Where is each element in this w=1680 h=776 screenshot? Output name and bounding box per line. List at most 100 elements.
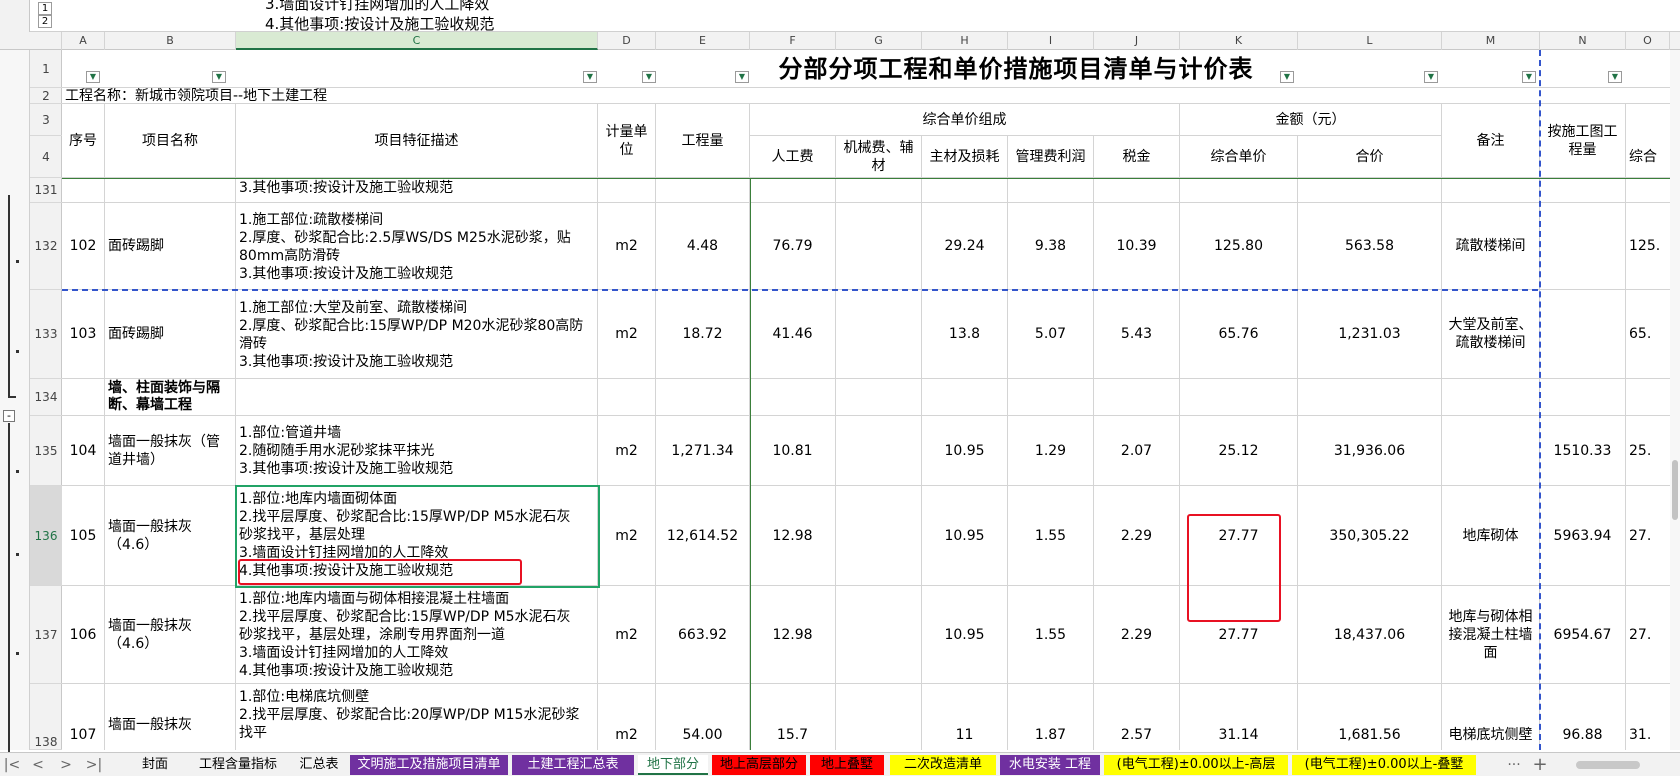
cell-tax[interactable]: 5.43 xyxy=(1094,290,1180,379)
filter-dropdown-icon[interactable]: ▼ xyxy=(86,71,100,83)
cell-note[interactable] xyxy=(1442,416,1540,486)
more-sheets-button[interactable]: ··· xyxy=(1504,755,1524,775)
cell-material[interactable] xyxy=(922,379,1008,416)
header-labor[interactable]: 人工费 xyxy=(750,136,836,178)
cell-name[interactable]: 面砖踢脚 xyxy=(105,290,236,379)
cell-unit[interactable]: m2 xyxy=(598,684,656,750)
cell-drawing-qty[interactable]: 5963.94 xyxy=(1540,486,1626,586)
cell-machine[interactable] xyxy=(836,379,922,416)
sheet-tab-above-highrise[interactable]: 地上高层部分 xyxy=(712,755,806,775)
sheet-tab-underground[interactable]: 地下部分 xyxy=(638,755,708,775)
cell-qty[interactable]: 54.00 xyxy=(656,684,750,750)
cell-note[interactable]: 地库砌体 xyxy=(1442,486,1540,586)
cell-labor[interactable]: 15.7 xyxy=(750,684,836,750)
column-header-n[interactable]: N xyxy=(1540,32,1626,50)
row-header[interactable]: 137 xyxy=(30,586,62,684)
sheet-tab-civil-measures[interactable]: 文明施工及措施项目清单 xyxy=(350,755,508,775)
cell-section-name[interactable]: 墙、柱面装饰与隔断、幕墙工程 xyxy=(105,379,236,416)
cell-mgmt[interactable]: 9.38 xyxy=(1008,203,1094,290)
row-header[interactable]: 131 xyxy=(30,178,62,203)
cell-desc[interactable]: 1.施工部位:疏散楼梯间 2.厚度、砂浆配合比:2.5厚WS/DS M25水泥砂… xyxy=(236,203,598,290)
cell-seq[interactable]: 106 xyxy=(62,586,105,684)
cell-drawing-qty[interactable] xyxy=(1540,290,1626,379)
cell-seq[interactable]: 105 xyxy=(62,486,105,586)
formula-bar[interactable]: 1 2 1 2 3.墙面设计钉挂网增加的人工降效 4.其他事项:按设计及施工验收… xyxy=(0,0,1680,44)
filter-dropdown-icon[interactable]: ▼ xyxy=(1608,71,1622,83)
row-header[interactable]: 2 xyxy=(30,88,62,104)
cell-qty[interactable] xyxy=(656,178,750,203)
cell-drawing-qty[interactable] xyxy=(1540,203,1626,290)
cell-drawing-qty[interactable]: 1510.33 xyxy=(1540,416,1626,486)
formula-content[interactable]: 3.墙面设计钉挂网增加的人工降效 4.其他事项:按设计及施工验收规范 xyxy=(265,0,494,34)
cell-comp-price[interactable]: 27.77 xyxy=(1180,486,1298,586)
prev-sheet-button[interactable]: < xyxy=(28,755,48,775)
header-mgmt[interactable]: 管理费利润 xyxy=(1008,136,1094,178)
cell-name[interactable]: 墙面一般抹灰（4.6） xyxy=(105,486,236,586)
column-header-o[interactable]: O xyxy=(1626,32,1670,50)
row-header[interactable]: 133 xyxy=(30,290,62,379)
sheet-tab-mep[interactable]: 水电安装 工程 xyxy=(1000,755,1100,775)
cell-note[interactable]: 地库与砌体相接混凝土柱墙面 xyxy=(1442,586,1540,684)
sheet-tab-above-villa[interactable]: 地上叠墅 xyxy=(810,755,884,775)
cell-total[interactable]: 18,437.06 xyxy=(1298,586,1442,684)
cell-total[interactable] xyxy=(1298,178,1442,203)
row-header[interactable]: 134 xyxy=(30,379,62,416)
cell-qty[interactable]: 1,271.34 xyxy=(656,416,750,486)
cell-machine[interactable] xyxy=(836,178,922,203)
column-header-b[interactable]: B xyxy=(105,32,236,50)
cell-labor[interactable]: 12.98 xyxy=(750,586,836,684)
filter-dropdown-icon[interactable]: ▼ xyxy=(583,71,597,83)
cell-mgmt[interactable]: 5.07 xyxy=(1008,290,1094,379)
sheet-tab-electrical-highrise[interactable]: (电气工程)±0.00以上-高层 xyxy=(1104,755,1288,775)
project-name-cell[interactable]: 工程名称：新城市领院项目--地下土建工程 xyxy=(62,88,1670,104)
cell-desc[interactable]: 1.部位:电梯底坑侧壁 2.找平层厚度、砂浆配合比:20厚WP/DP M15水泥… xyxy=(236,684,598,750)
cell-unit[interactable]: m2 xyxy=(598,586,656,684)
cell-note[interactable] xyxy=(1442,379,1540,416)
sheet-tab-renovation[interactable]: 二次改造清单 xyxy=(890,755,996,775)
cell-mgmt[interactable]: 1.55 xyxy=(1008,586,1094,684)
cell-mgmt[interactable] xyxy=(1008,379,1094,416)
cell-material[interactable]: 11 xyxy=(922,684,1008,750)
cell-qty[interactable]: 4.48 xyxy=(656,203,750,290)
cell-material[interactable]: 13.8 xyxy=(922,290,1008,379)
cell-machine[interactable] xyxy=(836,486,922,586)
cell-extra[interactable]: 31. xyxy=(1626,684,1670,750)
cell-note[interactable]: 疏散楼梯间 xyxy=(1442,203,1540,290)
cell-total[interactable]: 563.58 xyxy=(1298,203,1442,290)
cell-extra[interactable]: 25. xyxy=(1626,416,1670,486)
cell-material[interactable]: 29.24 xyxy=(922,203,1008,290)
header-machine[interactable]: 机械费、辅材 xyxy=(836,136,922,178)
cell-desc[interactable]: 1.部位:地库内墙面与砌体相接混凝土柱墙面 2.找平层厚度、砂浆配合比:15厚W… xyxy=(236,586,598,684)
cell-tax[interactable]: 2.29 xyxy=(1094,486,1180,586)
first-sheet-button[interactable]: |< xyxy=(2,755,22,775)
filter-dropdown-icon[interactable]: ▼ xyxy=(642,71,656,83)
column-header-g[interactable]: G xyxy=(836,32,922,50)
column-header-i[interactable]: I xyxy=(1008,32,1094,50)
sheet-tab-electrical-villa[interactable]: (电气工程)±0.00以上-叠墅 xyxy=(1292,755,1476,775)
header-comp-price[interactable]: 综合单价 xyxy=(1180,136,1298,178)
cell-machine[interactable] xyxy=(836,203,922,290)
cell-comp-price[interactable]: 125.80 xyxy=(1180,203,1298,290)
cell-comp-price[interactable]: 25.12 xyxy=(1180,416,1298,486)
vertical-scrollbar[interactable] xyxy=(1670,50,1680,750)
cell-unit[interactable]: m2 xyxy=(598,416,656,486)
cell-material[interactable] xyxy=(922,178,1008,203)
cell-extra[interactable]: 27. xyxy=(1626,486,1670,586)
header-comp-short[interactable]: 综合 xyxy=(1626,136,1670,178)
cell-labor[interactable] xyxy=(750,178,836,203)
add-sheet-button[interactable]: + xyxy=(1530,755,1550,775)
cell-comp-price[interactable]: 31.14 xyxy=(1180,684,1298,750)
cell-desc-selected[interactable]: 1.部位:地库内墙面砌体面 2.找平层厚度、砂浆配合比:15厚WP/DP M5水… xyxy=(236,486,598,586)
cell-seq[interactable]: 102 xyxy=(62,203,105,290)
sheet-tab-civil-summary[interactable]: 土建工程汇总表 xyxy=(512,755,634,775)
cell-qty[interactable] xyxy=(656,379,750,416)
cell-qty[interactable]: 12,614.52 xyxy=(656,486,750,586)
cell-seq[interactable]: 104 xyxy=(62,416,105,486)
header-qty[interactable]: 工程量 xyxy=(656,104,750,178)
row-header[interactable]: 1 xyxy=(30,50,62,88)
cell-extra[interactable] xyxy=(1626,178,1670,203)
cell-comp-price[interactable]: 27.77 xyxy=(1180,586,1298,684)
cell-machine[interactable] xyxy=(836,290,922,379)
column-header-f[interactable]: F xyxy=(750,32,836,50)
filter-dropdown-icon[interactable]: ▼ xyxy=(212,71,226,83)
